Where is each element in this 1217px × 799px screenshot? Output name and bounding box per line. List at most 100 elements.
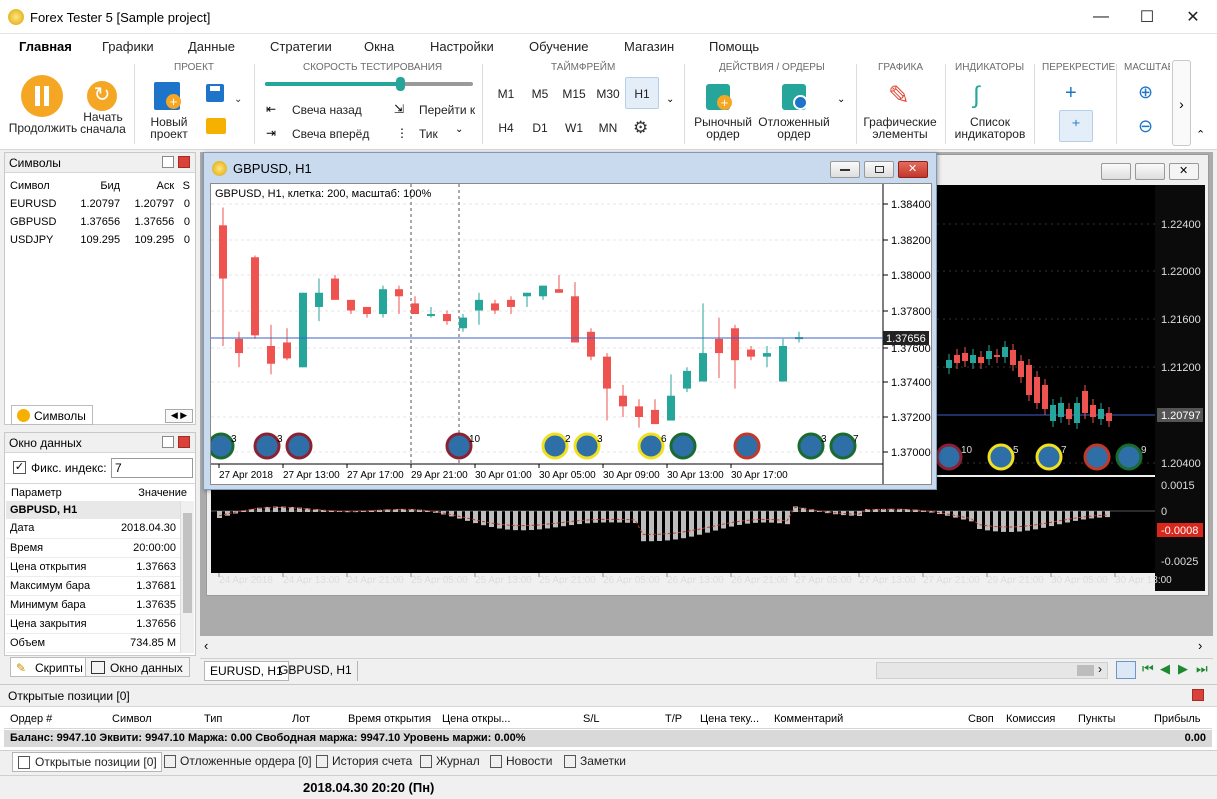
tab-pending-orders[interactable]: Отложенные ордера [0] bbox=[160, 752, 316, 772]
col-symbol[interactable]: Символ bbox=[7, 177, 69, 195]
restart-icon[interactable]: ↻ bbox=[87, 81, 117, 111]
col-sl[interactable]: S/L bbox=[583, 713, 600, 725]
eurusd-close-button[interactable]: ✕ bbox=[1169, 163, 1199, 180]
col-comment[interactable]: Комментарий bbox=[774, 713, 843, 725]
close-button[interactable]: ✕ bbox=[1170, 0, 1216, 34]
data-scrollbar[interactable] bbox=[180, 501, 194, 653]
last-bar-icon[interactable]: ⏭ bbox=[1196, 661, 1208, 677]
chart-horizontal-scrollbar[interactable] bbox=[876, 662, 1108, 679]
pause-icon[interactable] bbox=[21, 75, 63, 117]
chevron-down-icon[interactable]: ⌄ bbox=[234, 94, 242, 105]
tick-button[interactable]: Тик bbox=[419, 128, 438, 140]
fixed-index-input[interactable] bbox=[111, 458, 193, 478]
col-s[interactable]: S bbox=[177, 177, 193, 195]
gbpusd-chart[interactable]: 1.384001.382001.380001.378001.376001.374… bbox=[211, 184, 931, 484]
tab-charts[interactable]: Графики bbox=[102, 39, 154, 54]
col-type[interactable]: Тип bbox=[204, 713, 222, 725]
tab-store[interactable]: Магазин bbox=[624, 39, 674, 54]
next-icon[interactable]: ▶ bbox=[1178, 661, 1188, 677]
scroll-right-icon[interactable]: › bbox=[1098, 662, 1102, 676]
first-bar-icon[interactable]: ⏮ bbox=[1142, 661, 1154, 677]
scroll-left-icon[interactable]: ‹ bbox=[204, 638, 208, 653]
panel-close-button[interactable] bbox=[178, 156, 190, 168]
tf-h4[interactable]: H4 bbox=[491, 121, 521, 135]
pencil-icon[interactable]: ✎ bbox=[888, 80, 910, 111]
tab-open-positions[interactable]: Открытые позиции [0] bbox=[12, 752, 162, 772]
indicator-list-button[interactable]: Список индикаторов bbox=[950, 116, 1030, 140]
open-folder-icon[interactable] bbox=[206, 118, 226, 134]
tf-mn[interactable]: MN bbox=[593, 121, 623, 135]
col-points[interactable]: Пункты bbox=[1078, 713, 1115, 725]
gbpusd-restore-button[interactable] bbox=[864, 161, 894, 178]
tab-journal[interactable]: Журнал bbox=[416, 752, 484, 772]
table-row[interactable]: USDJPY 109.295 109.295 0 bbox=[7, 231, 193, 249]
chevron-down-icon[interactable]: ⌄ bbox=[455, 124, 463, 135]
tf-w1[interactable]: W1 bbox=[559, 121, 589, 135]
tab-notes[interactable]: Заметки bbox=[560, 752, 630, 772]
save-icon[interactable] bbox=[206, 84, 224, 102]
goto-button[interactable]: Перейти к bbox=[419, 104, 475, 116]
tab-settings[interactable]: Настройки bbox=[430, 39, 494, 54]
gear-icon[interactable]: ⚙ bbox=[633, 118, 648, 138]
market-order-icon[interactable]: + bbox=[706, 84, 732, 110]
col-open-time[interactable]: Время открытия bbox=[348, 713, 431, 725]
zoom-in-icon[interactable]: ⊕ bbox=[1138, 82, 1153, 103]
tab-symbols[interactable]: Символы bbox=[11, 405, 93, 425]
pending-order-icon[interactable] bbox=[782, 84, 808, 110]
panel-close-button[interactable] bbox=[178, 436, 190, 448]
fixed-index-checkbox[interactable]: ✓ bbox=[13, 461, 26, 474]
tab-account-history[interactable]: История счета bbox=[312, 752, 416, 772]
positions-close-button[interactable] bbox=[1192, 689, 1204, 701]
crosshair-plus-icon[interactable]: ⁺ bbox=[1059, 110, 1093, 142]
col-bid[interactable]: Бид bbox=[69, 177, 123, 195]
restart-button[interactable]: Начать сначала bbox=[78, 111, 128, 135]
prev-icon[interactable]: ◀ bbox=[1160, 661, 1170, 677]
tf-h1[interactable]: H1 bbox=[625, 77, 659, 109]
tab-data[interactable]: Данные bbox=[188, 39, 235, 54]
col-symbol[interactable]: Символ bbox=[112, 713, 152, 725]
candle-forward-button[interactable]: Свеча вперёд bbox=[292, 128, 369, 140]
indicator-curve-icon[interactable]: ∫ bbox=[973, 82, 980, 110]
gbpusd-minimize-button[interactable] bbox=[830, 161, 860, 178]
tf-m1[interactable]: M1 bbox=[491, 87, 521, 101]
tab-strategies[interactable]: Стратегии bbox=[270, 39, 332, 54]
tf-m15[interactable]: M15 bbox=[559, 87, 589, 101]
eurusd-restore-button[interactable] bbox=[1135, 163, 1165, 180]
tab-help[interactable]: Помощь bbox=[709, 39, 759, 54]
ribbon-scroll-right-icon[interactable]: › bbox=[1172, 60, 1191, 146]
panel-float-button[interactable] bbox=[162, 436, 174, 448]
candle-back-button[interactable]: Свеча назад bbox=[292, 104, 362, 116]
crosshair-icon[interactable]: + bbox=[1065, 82, 1077, 105]
chart-tab-gbpusd[interactable]: GBPUSD, H1 bbox=[274, 661, 358, 681]
panel-float-button[interactable] bbox=[162, 156, 174, 168]
scroll-right-icon[interactable]: › bbox=[1198, 638, 1202, 653]
col-order[interactable]: Ордер # bbox=[10, 713, 52, 725]
new-project-icon[interactable]: + bbox=[154, 82, 181, 110]
col-lot[interactable]: Лот bbox=[292, 713, 310, 725]
col-current-price[interactable]: Цена теку... bbox=[700, 713, 759, 725]
tab-home[interactable]: Главная bbox=[19, 39, 72, 54]
chevron-down-icon[interactable]: ⌄ bbox=[837, 94, 845, 105]
collapse-ribbon-icon[interactable]: ⌃ bbox=[1196, 128, 1205, 141]
market-order-button[interactable]: Рыночный ордер bbox=[690, 116, 756, 140]
tab-news[interactable]: Новости bbox=[486, 752, 556, 772]
gbpusd-close-button[interactable]: ✕ bbox=[898, 161, 928, 178]
col-commission[interactable]: Комиссия bbox=[1006, 713, 1055, 725]
table-row[interactable]: GBPUSD 1.37656 1.37656 0 bbox=[7, 213, 193, 231]
tf-m5[interactable]: M5 bbox=[525, 87, 555, 101]
minimize-button[interactable]: — bbox=[1078, 0, 1124, 34]
tab-scroll-arrows-icon[interactable]: ◀ ▶ bbox=[165, 409, 193, 423]
eurusd-minimize-button[interactable] bbox=[1101, 163, 1131, 180]
tf-m30[interactable]: M30 bbox=[593, 87, 623, 101]
maximize-button[interactable]: ☐ bbox=[1124, 0, 1170, 34]
col-swap[interactable]: Своп bbox=[968, 713, 994, 725]
tab-learning[interactable]: Обучение bbox=[529, 39, 588, 54]
col-tp[interactable]: T/P bbox=[665, 713, 682, 725]
col-open-price[interactable]: Цена откры... bbox=[442, 713, 510, 725]
tab-scripts[interactable]: ✎ Скрипты bbox=[10, 657, 90, 677]
chart-list-icon[interactable] bbox=[1116, 661, 1136, 679]
tab-windows[interactable]: Окна bbox=[364, 39, 394, 54]
col-ask[interactable]: Аск bbox=[123, 177, 177, 195]
graphic-elements-button[interactable]: Графические элементы bbox=[860, 116, 940, 140]
zoom-out-icon[interactable]: ⊖ bbox=[1138, 116, 1153, 137]
